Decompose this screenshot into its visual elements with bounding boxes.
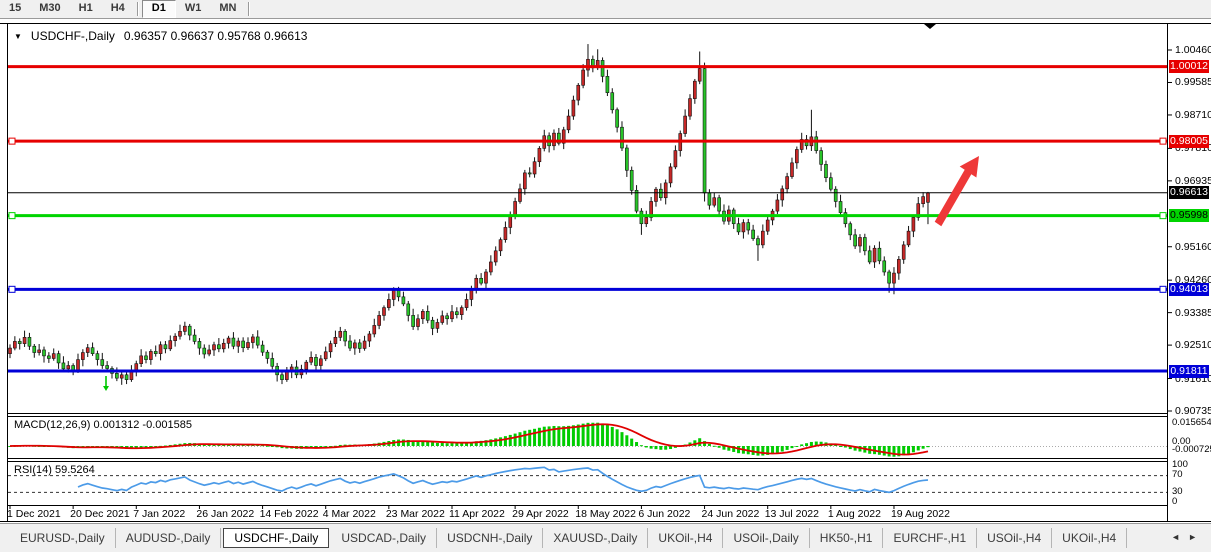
- tab-scroll-arrows[interactable]: ◄►: [1171, 532, 1205, 542]
- symbol-dropdown-icon[interactable]: ▼: [14, 32, 22, 41]
- y-axis-label: 0.99585: [1175, 76, 1211, 88]
- chart-tab-usoil-daily[interactable]: USOil-,Daily: [723, 528, 809, 548]
- tab-scroll-right-icon[interactable]: ►: [1188, 532, 1205, 542]
- chart-canvas[interactable]: [0, 0, 1211, 552]
- hline-anchor[interactable]: [9, 213, 15, 219]
- hline-anchor[interactable]: [9, 286, 15, 292]
- small-sell-arrow-head: [103, 386, 109, 391]
- x-axis-label: 23 Mar 2022: [386, 508, 445, 520]
- x-axis-label: 1 Aug 2022: [828, 508, 881, 520]
- price-badge-0.95998: 0.95998: [1169, 209, 1209, 222]
- rsi-axis-label: 0: [1172, 496, 1177, 507]
- ohlc-values: 0.96357 0.96637 0.95768 0.96613: [124, 29, 308, 43]
- chart-tab-usdcad-daily[interactable]: USDCAD-,Daily: [331, 528, 437, 548]
- chart-tab-ukoil-h4[interactable]: UKOil-,H4: [648, 528, 723, 548]
- y-axis-label: 1.00460: [1175, 44, 1211, 56]
- price-badge-0.91811: 0.91811: [1169, 365, 1209, 378]
- x-axis-label: 24 Jun 2022: [702, 508, 760, 520]
- macd-label: MACD(12,26,9) 0.001312 -0.001585: [14, 419, 192, 431]
- period-button-15[interactable]: 15: [0, 1, 30, 17]
- symbol-name: USDCHF-,Daily: [31, 29, 115, 43]
- hline-anchor[interactable]: [1160, 138, 1166, 144]
- chart-tab-usoil-h4[interactable]: USOil-,H4: [977, 528, 1052, 548]
- hline-anchor[interactable]: [1160, 286, 1166, 292]
- period-button-H4[interactable]: H4: [102, 1, 134, 17]
- rsi-axis-label: 70: [1172, 469, 1183, 480]
- rsi-label: RSI(14) 59.5264: [14, 464, 95, 476]
- chart-tab-usdchf-daily[interactable]: USDCHF-,Daily: [223, 528, 329, 548]
- period-button-H1[interactable]: H1: [70, 1, 102, 17]
- y-axis-label: 0.98710: [1175, 109, 1211, 121]
- y-axis-label: 0.95160: [1175, 241, 1211, 253]
- price-badge-0.94013: 0.94013: [1169, 283, 1209, 296]
- x-axis-label: 7 Jan 2022: [133, 508, 185, 520]
- rsi-line: [78, 467, 928, 492]
- period-button-MN[interactable]: MN: [210, 1, 245, 17]
- x-axis-label: 20 Dec 2021: [70, 508, 130, 520]
- price-badge-0.98005: 0.98005: [1169, 135, 1209, 148]
- y-axis-label: 0.93385: [1175, 307, 1211, 319]
- period-button-W1[interactable]: W1: [176, 1, 211, 17]
- chart-tab-ukoil-h4[interactable]: UKOil-,H4: [1052, 528, 1127, 548]
- chart-tab-usdcnh-daily[interactable]: USDCNH-,Daily: [437, 528, 543, 548]
- x-axis-label: 18 May 2022: [575, 508, 636, 520]
- chart-tab-eurchf-h1[interactable]: EURCHF-,H1: [883, 528, 977, 548]
- macd-axis-label: -0.0007259: [1172, 444, 1211, 455]
- mt4-window: 15M30H1H4 D1W1MN ▼ USDCHF-,Daily 0.96357 …: [0, 0, 1211, 552]
- tab-scroll-left-icon[interactable]: ◄: [1171, 532, 1188, 542]
- x-axis-label: 13 Jul 2022: [765, 508, 819, 520]
- chart-tab-eurusd-daily[interactable]: EURUSD-,Daily: [10, 528, 116, 548]
- chart-tab-audusd-daily[interactable]: AUDUSD-,Daily: [116, 528, 222, 548]
- y-axis-label: 0.90735: [1175, 405, 1211, 417]
- x-axis-label: 14 Feb 2022: [260, 508, 319, 520]
- y-axis-label: 0.92510: [1175, 339, 1211, 351]
- price-badge-0.96613: 0.96613: [1169, 186, 1209, 199]
- hline-anchor[interactable]: [1160, 213, 1166, 219]
- y-axis-label: 0.96935: [1175, 175, 1211, 187]
- x-axis-label: 29 Apr 2022: [512, 508, 569, 520]
- x-axis-label: 26 Jan 2022: [196, 508, 254, 520]
- macd-axis-label: 0.015654: [1172, 417, 1211, 428]
- chart-tabbar: EURUSD-,DailyAUDUSD-,DailyUSDCHF-,DailyU…: [0, 523, 1211, 552]
- period-button-D1[interactable]: D1: [142, 0, 176, 18]
- period-toolbar: 15M30H1H4 D1W1MN: [0, 0, 1211, 19]
- price-badge-1.00012: 1.00012: [1169, 60, 1209, 73]
- x-axis-label: 11 Apr 2022: [449, 508, 505, 520]
- x-axis-label: 4 Mar 2022: [323, 508, 376, 520]
- period-button-M30[interactable]: M30: [30, 1, 69, 17]
- toolbar-separator: [248, 2, 250, 16]
- chart-title: ▼ USDCHF-,Daily 0.96357 0.96637 0.95768 …: [14, 29, 307, 43]
- x-axis-label: 19 Aug 2022: [891, 508, 950, 520]
- chart-tab-xauusd-daily[interactable]: XAUUSD-,Daily: [543, 528, 648, 548]
- x-axis-label: 1 Dec 2021: [7, 508, 61, 520]
- chart-shift-marker[interactable]: [924, 24, 936, 29]
- toolbar-separator: [137, 2, 139, 16]
- chart-tab-hk50-h1[interactable]: HK50-,H1: [810, 528, 884, 548]
- x-axis-label: 6 Jun 2022: [638, 508, 690, 520]
- hline-anchor[interactable]: [9, 138, 15, 144]
